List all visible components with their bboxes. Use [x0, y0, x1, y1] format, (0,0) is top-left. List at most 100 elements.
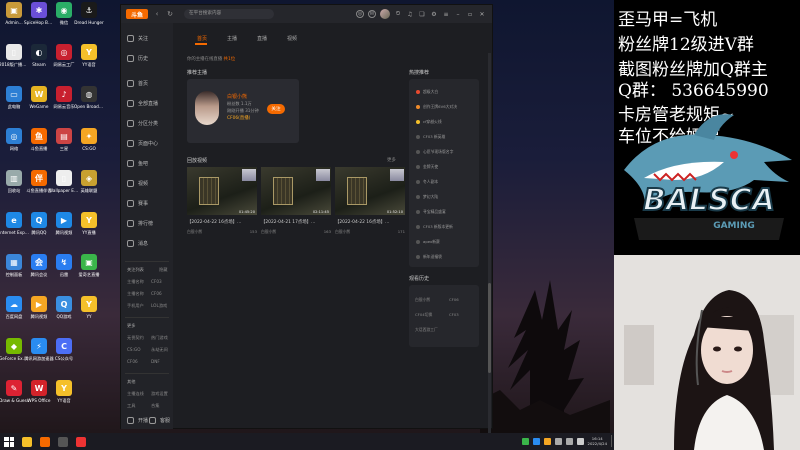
tray-ime-icon[interactable] [576, 437, 584, 445]
follow-button[interactable]: 关注 [267, 104, 285, 114]
more-row-item[interactable]: DNF [151, 359, 160, 364]
misc-row-item[interactable]: 工具 [127, 403, 135, 409]
show-desktop-button[interactable] [611, 435, 612, 447]
history-icon[interactable]: ⏲ [394, 10, 402, 18]
hot-search-item[interactable]: cf穿越火线 [416, 119, 442, 125]
sidebar-item-rank[interactable]: 排行榜 [127, 220, 153, 227]
history-item[interactable]: 白银小熊 [415, 297, 430, 303]
app-taskbar-icon[interactable] [76, 436, 86, 447]
sidebar-item-history[interactable]: 历史 [127, 55, 148, 62]
hot-search-item[interactable]: 超级大白 [416, 89, 438, 95]
tray-app-icon[interactable] [543, 437, 551, 445]
settings-icon[interactable]: ⚙ [430, 10, 438, 18]
tab-streamer[interactable]: 主播 [227, 35, 237, 42]
douyu-taskbar-icon[interactable] [40, 436, 50, 447]
scrollbar-thumb[interactable] [488, 283, 491, 373]
close-icon[interactable]: ✕ [478, 10, 486, 18]
sidebar-item-follow[interactable]: 关注 [127, 35, 148, 42]
more-row-item[interactable]: CF06 [127, 359, 138, 364]
streamer-card[interactable]: 白银小熊 粉丝数 1.1万 刚刚开播 31分钟 CF06(直播) 关注 [187, 79, 299, 143]
follow-row-name[interactable]: 手机用户 [127, 303, 144, 309]
video-thumbnail[interactable]: 01:52:10 [335, 167, 405, 215]
hot-search-item[interactable]: apex新赛 [416, 239, 440, 245]
video-title[interactable]: 【2022-04-22 16点场】... [187, 219, 257, 225]
tray-network-icon[interactable] [554, 437, 562, 445]
hot-search-item[interactable]: 新年送福袋 [416, 254, 442, 260]
sidebar-item-home[interactable]: 首页 [127, 80, 148, 87]
clock[interactable]: 16:14 2022/4/24 [588, 436, 607, 446]
desktop-icon[interactable]: ◍ Open Broadcast... [74, 86, 104, 109]
more-row-item[interactable]: 无畏契约 [127, 335, 144, 341]
sidebar-item-category[interactable]: 分区分类 [127, 120, 158, 127]
desktop-icon[interactable]: ✦ CS:GO [75, 128, 103, 151]
minimize-icon[interactable]: – [454, 10, 462, 18]
tray-qq-icon[interactable] [532, 437, 540, 445]
go-live-button[interactable]: 开播 [127, 417, 148, 424]
video-card[interactable]: 01:52:10 【2022-04-22 16点场】... 白银小熊 171 [335, 167, 405, 239]
desktop-icon[interactable]: C CS公众号 [50, 338, 78, 361]
misc-row-item[interactable]: 游戏设置 [151, 391, 168, 397]
sidebar-item-fishbar[interactable]: 鱼吧 [127, 160, 148, 167]
misc-row-item[interactable]: 合集 [151, 403, 159, 409]
file-explorer-icon[interactable] [22, 436, 32, 447]
tab-video[interactable]: 视频 [287, 35, 297, 42]
video-thumbnail[interactable]: 01:45:20 [187, 167, 257, 215]
hot-search-item[interactable]: 创作王牌6V6大对决 [416, 104, 457, 110]
desktop-icon[interactable]: Y YY直播 [75, 212, 103, 235]
obs-taskbar-icon[interactable] [58, 436, 68, 447]
search-input[interactable]: 在平台搜索内容 [184, 9, 274, 19]
game-icon[interactable]: ◎ [356, 10, 364, 18]
sidebar-item-match[interactable]: 赛事 [127, 200, 148, 207]
misc-row-item[interactable]: 主播连线 [127, 391, 144, 397]
user-avatar[interactable] [380, 9, 390, 19]
hot-search-item[interactable]: CF03 新版本更新 [416, 224, 453, 230]
maximize-icon[interactable]: ▫ [466, 10, 474, 18]
sidebar-item-center[interactable]: 页面中心 [127, 140, 158, 147]
scrollbar[interactable] [488, 53, 491, 433]
sidebar-item-video[interactable]: 视频 [127, 180, 148, 187]
desktop-icon[interactable]: Y YY语音 [50, 380, 78, 403]
streamer-name[interactable]: 白银小熊 [227, 93, 247, 100]
desktop-icon[interactable]: Y YY [75, 296, 103, 319]
hot-search-item[interactable]: 冬人副本 [416, 179, 438, 185]
windows-start-icon[interactable] [4, 436, 14, 447]
back-icon[interactable]: ‹ [153, 10, 161, 18]
streamer-avatar[interactable] [195, 91, 219, 125]
video-title[interactable]: 【2022-04-21 17点场】... [261, 219, 331, 225]
history-item[interactable]: 大话西游工厂 [415, 327, 438, 333]
follow-section-action[interactable]: 隐藏 [159, 267, 167, 273]
video-thumbnail[interactable]: 02:11:45 [261, 167, 331, 215]
video-more-link[interactable]: 更多 [387, 157, 396, 163]
sidebar-item-live[interactable]: 全部直播 [127, 100, 158, 107]
video-author[interactable]: 白银小熊 [187, 229, 202, 235]
desktop-icon[interactable]: Y YY语音 [75, 44, 103, 67]
gift-icon[interactable]: ❏ [418, 10, 426, 18]
more-row-item[interactable]: CS:GO [127, 347, 141, 352]
hot-search-item[interactable]: 心愿节现场版名字 [416, 149, 453, 155]
video-author[interactable]: 白银小熊 [261, 229, 276, 235]
message-icon[interactable]: ✉ [368, 10, 376, 18]
tab-home[interactable]: 首页 [197, 35, 207, 42]
more-row-item[interactable]: 永劫无间 [151, 347, 168, 353]
more-row-item[interactable]: 热门游戏 [151, 335, 168, 341]
video-card[interactable]: 02:11:45 【2022-04-21 17点场】... 白银小熊 163 [261, 167, 331, 239]
hot-search-item[interactable]: 梦幻大陆 [416, 194, 438, 200]
desktop-icon[interactable]: ▣ 爱奇艺直播 [75, 254, 103, 277]
tab-live[interactable]: 直播 [257, 35, 267, 42]
notification-icon[interactable]: ♫ [406, 10, 414, 18]
video-title[interactable]: 【2022-04-22 16点场】... [335, 219, 405, 225]
desktop-icon[interactable]: ⚓ Dread Hunger [74, 2, 104, 25]
follow-row-name[interactable]: 主播名称 [127, 291, 144, 297]
history-item[interactable]: CF04切换 [415, 312, 432, 318]
tray-volume-icon[interactable] [565, 437, 573, 445]
hot-search-item[interactable]: CF03 新英雄 [416, 134, 445, 140]
follow-row-name[interactable]: 主播名称 [127, 279, 144, 285]
support-button[interactable]: 客服 [149, 417, 170, 424]
menu-icon[interactable]: ≡ [442, 10, 450, 18]
refresh-icon[interactable]: ↻ [166, 10, 174, 18]
streamer-live-status[interactable]: CF06(直播) [227, 115, 250, 121]
hot-search-item[interactable]: 金牌天使 [416, 164, 438, 170]
video-author[interactable]: 白银小熊 [335, 229, 350, 235]
video-card[interactable]: 01:45:20 【2022-04-22 16点场】... 白银小熊 153 [187, 167, 257, 239]
douyu-logo[interactable]: 斗鱼 [126, 9, 148, 19]
